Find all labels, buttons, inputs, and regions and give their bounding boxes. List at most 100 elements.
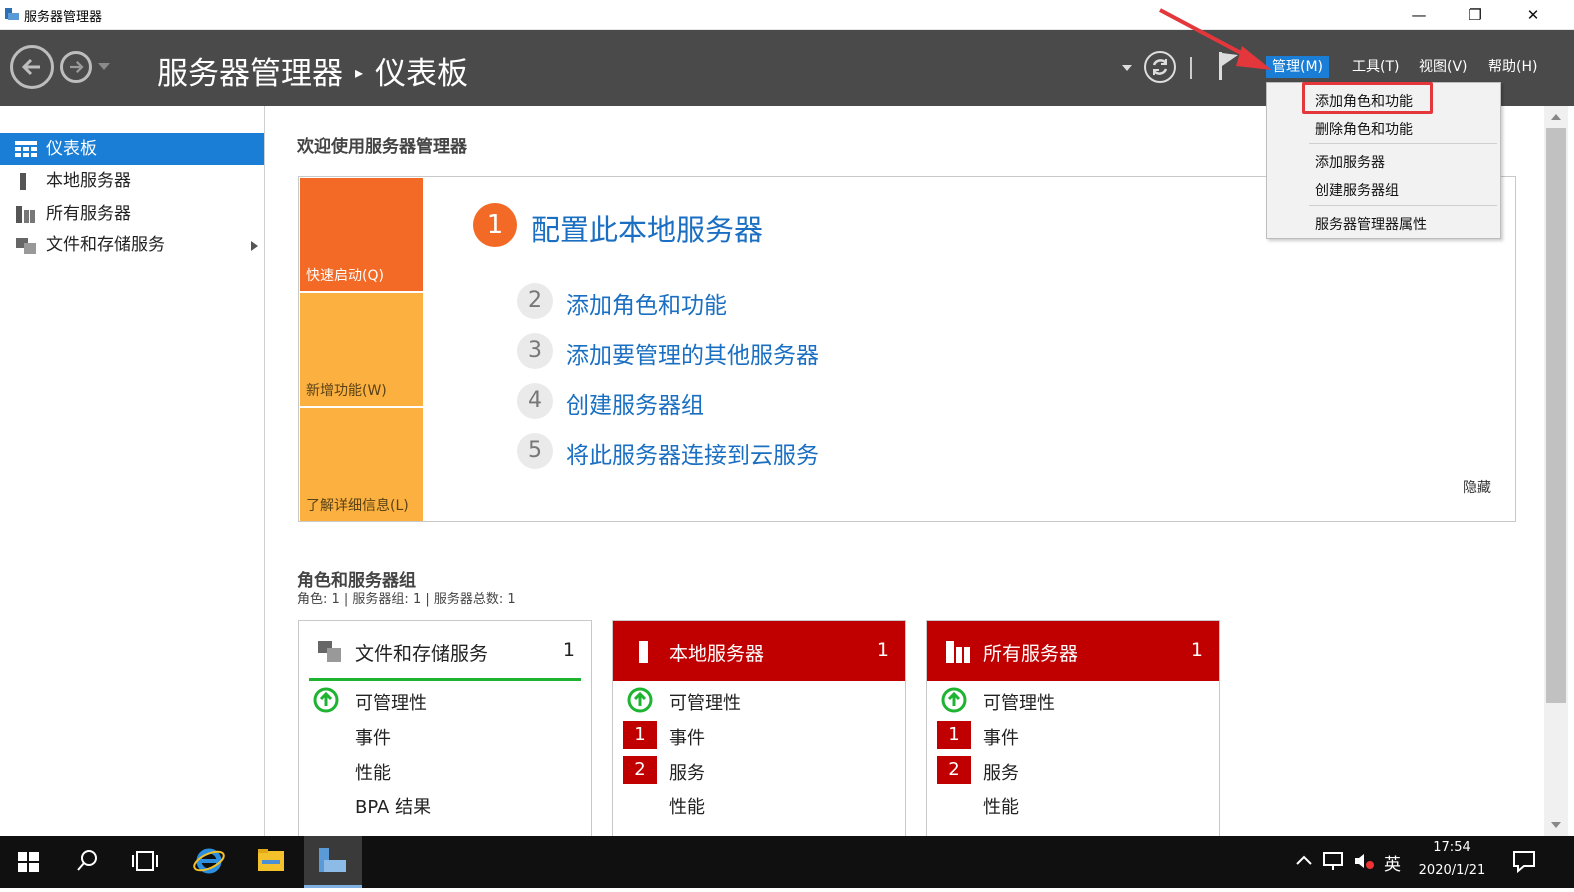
- step-link-create-group[interactable]: 创建服务器组: [566, 386, 704, 420]
- dashboard-icon: [15, 141, 37, 157]
- arrow-right-icon: [70, 60, 84, 74]
- step-link-connect-cloud[interactable]: 将此服务器连接到云服务: [566, 436, 819, 470]
- notifications-icon[interactable]: [1510, 848, 1538, 874]
- clock[interactable]: 17:54 2020/1/21: [1412, 840, 1492, 878]
- start-button[interactable]: [0, 836, 58, 888]
- role-card-local-server[interactable]: 本地服务器 1 可管理性 1 事件 2 服务 性能: [612, 620, 906, 836]
- search-icon: [77, 850, 97, 871]
- card-header[interactable]: 文件和存储服务 1: [299, 621, 591, 681]
- card-row-events[interactable]: 事件: [983, 724, 1019, 750]
- step-link-add-roles[interactable]: 添加角色和功能: [566, 286, 727, 320]
- maximize-button[interactable]: ❐: [1446, 0, 1504, 30]
- step-number-2: 2: [517, 283, 553, 319]
- services-alert-badge: 2: [623, 756, 657, 784]
- card-row-performance[interactable]: 性能: [983, 793, 1019, 819]
- menu-tools[interactable]: 工具(T): [1346, 56, 1405, 78]
- step-link-add-servers[interactable]: 添加要管理的其他服务器: [566, 336, 819, 370]
- menu-separator: [1309, 205, 1497, 206]
- sidebar-item-label: 所有服务器: [46, 204, 131, 224]
- sidebar-item-all-servers[interactable]: 所有服务器: [0, 198, 264, 230]
- vertical-scrollbar[interactable]: [1544, 106, 1568, 836]
- taskbar-server-manager[interactable]: [304, 836, 362, 888]
- step-link-configure-local-server[interactable]: 配置此本地服务器: [531, 207, 763, 249]
- events-alert-badge: 1: [623, 721, 657, 749]
- server-icon: [20, 173, 26, 190]
- menu-item-remove-roles[interactable]: 删除角色和功能: [1315, 119, 1413, 139]
- tile-learn-more[interactable]: 了解详细信息(L): [300, 408, 423, 521]
- card-count: 1: [1190, 639, 1203, 661]
- services-alert-badge: 2: [937, 756, 971, 784]
- card-header[interactable]: 所有服务器 1: [927, 621, 1219, 681]
- annotation-arrow-icon: [1159, 8, 1272, 70]
- sidebar-item-dashboard[interactable]: 仪表板: [0, 133, 264, 165]
- card-row-manageability[interactable]: 可管理性: [355, 689, 427, 715]
- menu-item-properties[interactable]: 服务器管理器属性: [1315, 214, 1427, 234]
- task-view-icon: [132, 851, 158, 871]
- card-count: 1: [876, 639, 889, 661]
- role-card-all-servers[interactable]: 所有服务器 1 可管理性 1 事件 2 服务 性能: [926, 620, 1220, 836]
- step-number-4: 4: [517, 383, 553, 419]
- card-row-services[interactable]: 服务: [983, 759, 1019, 785]
- windows-logo-icon: [18, 852, 39, 872]
- volume-muted-icon[interactable]: [1352, 850, 1376, 872]
- server-icon: [639, 641, 648, 663]
- tile-label: 快速启动(Q): [306, 268, 384, 284]
- card-row-manageability[interactable]: 可管理性: [983, 689, 1055, 715]
- card-row-services[interactable]: 服务: [669, 759, 705, 785]
- back-button[interactable]: [10, 45, 54, 89]
- ime-indicator[interactable]: 英: [1384, 850, 1401, 875]
- card-row-manageability[interactable]: 可管理性: [669, 689, 741, 715]
- roles-summary: 角色: 1 | 服务器组: 1 | 服务器总数: 1: [297, 592, 516, 607]
- menu-item-add-servers[interactable]: 添加服务器: [1315, 152, 1385, 172]
- taskbar-file-explorer[interactable]: [242, 836, 300, 888]
- expand-arrow-icon[interactable]: [251, 241, 258, 251]
- card-count: 1: [562, 639, 575, 661]
- tile-whats-new[interactable]: 新增功能(W): [300, 293, 423, 406]
- taskbar: 英 17:54 2020/1/21: [0, 836, 1574, 888]
- storage-icon: [16, 238, 36, 254]
- history-dropdown-icon[interactable]: [98, 63, 110, 70]
- step-number-1: 1: [473, 203, 517, 247]
- sidebar-item-label: 仪表板: [46, 139, 97, 159]
- tile-label: 新增功能(W): [306, 383, 387, 399]
- page-title: 仪表板: [375, 56, 469, 92]
- breadcrumb: 服务器管理器 ▸ 仪表板: [157, 48, 468, 93]
- server-manager-icon: [319, 848, 346, 872]
- hide-link[interactable]: 隐藏: [1463, 477, 1491, 497]
- menu-item-create-group[interactable]: 创建服务器组: [1315, 180, 1399, 200]
- sidebar-item-label: 本地服务器: [46, 171, 131, 191]
- menu-view[interactable]: 视图(V): [1413, 56, 1474, 78]
- clock-date: 2020/1/21: [1418, 863, 1486, 878]
- tile-quick-start[interactable]: 快速启动(Q): [300, 178, 423, 291]
- sidebar-item-local-server[interactable]: 本地服务器: [0, 165, 264, 197]
- card-row-bpa[interactable]: BPA 结果: [355, 793, 431, 819]
- servers-icon: [16, 206, 35, 223]
- tray-chevron-up-icon[interactable]: [1294, 850, 1314, 872]
- forward-button[interactable]: [60, 51, 92, 83]
- scroll-down-icon[interactable]: [1551, 822, 1561, 828]
- card-row-performance[interactable]: 性能: [669, 793, 705, 819]
- scroll-up-icon[interactable]: [1551, 114, 1561, 120]
- task-view-button[interactable]: [116, 836, 174, 888]
- menu-help[interactable]: 帮助(H): [1482, 56, 1543, 78]
- servers-icon: [946, 641, 970, 663]
- breadcrumb-separator-icon: ▸: [355, 63, 364, 82]
- card-row-events[interactable]: 事件: [669, 724, 705, 750]
- card-title: 所有服务器: [983, 643, 1079, 665]
- card-row-performance[interactable]: 性能: [355, 759, 391, 785]
- status-ok-bar: [309, 678, 581, 681]
- scroll-thumb[interactable]: [1546, 128, 1566, 703]
- network-icon[interactable]: [1322, 850, 1346, 872]
- card-header[interactable]: 本地服务器 1: [613, 621, 905, 681]
- sidebar-item-file-storage[interactable]: 文件和存储服务: [0, 229, 264, 261]
- header-dropdown-icon[interactable]: [1122, 65, 1132, 71]
- server-manager-app-icon: [5, 8, 19, 20]
- taskbar-ie[interactable]: [180, 836, 238, 888]
- storage-icon: [318, 641, 341, 662]
- card-row-events[interactable]: 事件: [355, 724, 391, 750]
- search-button[interactable]: [58, 836, 116, 888]
- minimize-button[interactable]: —: [1390, 0, 1448, 30]
- role-card-file-storage[interactable]: 文件和存储服务 1 可管理性 事件 性能 BPA 结果: [298, 620, 592, 836]
- step-number-5: 5: [517, 433, 553, 469]
- close-button[interactable]: ✕: [1504, 0, 1562, 30]
